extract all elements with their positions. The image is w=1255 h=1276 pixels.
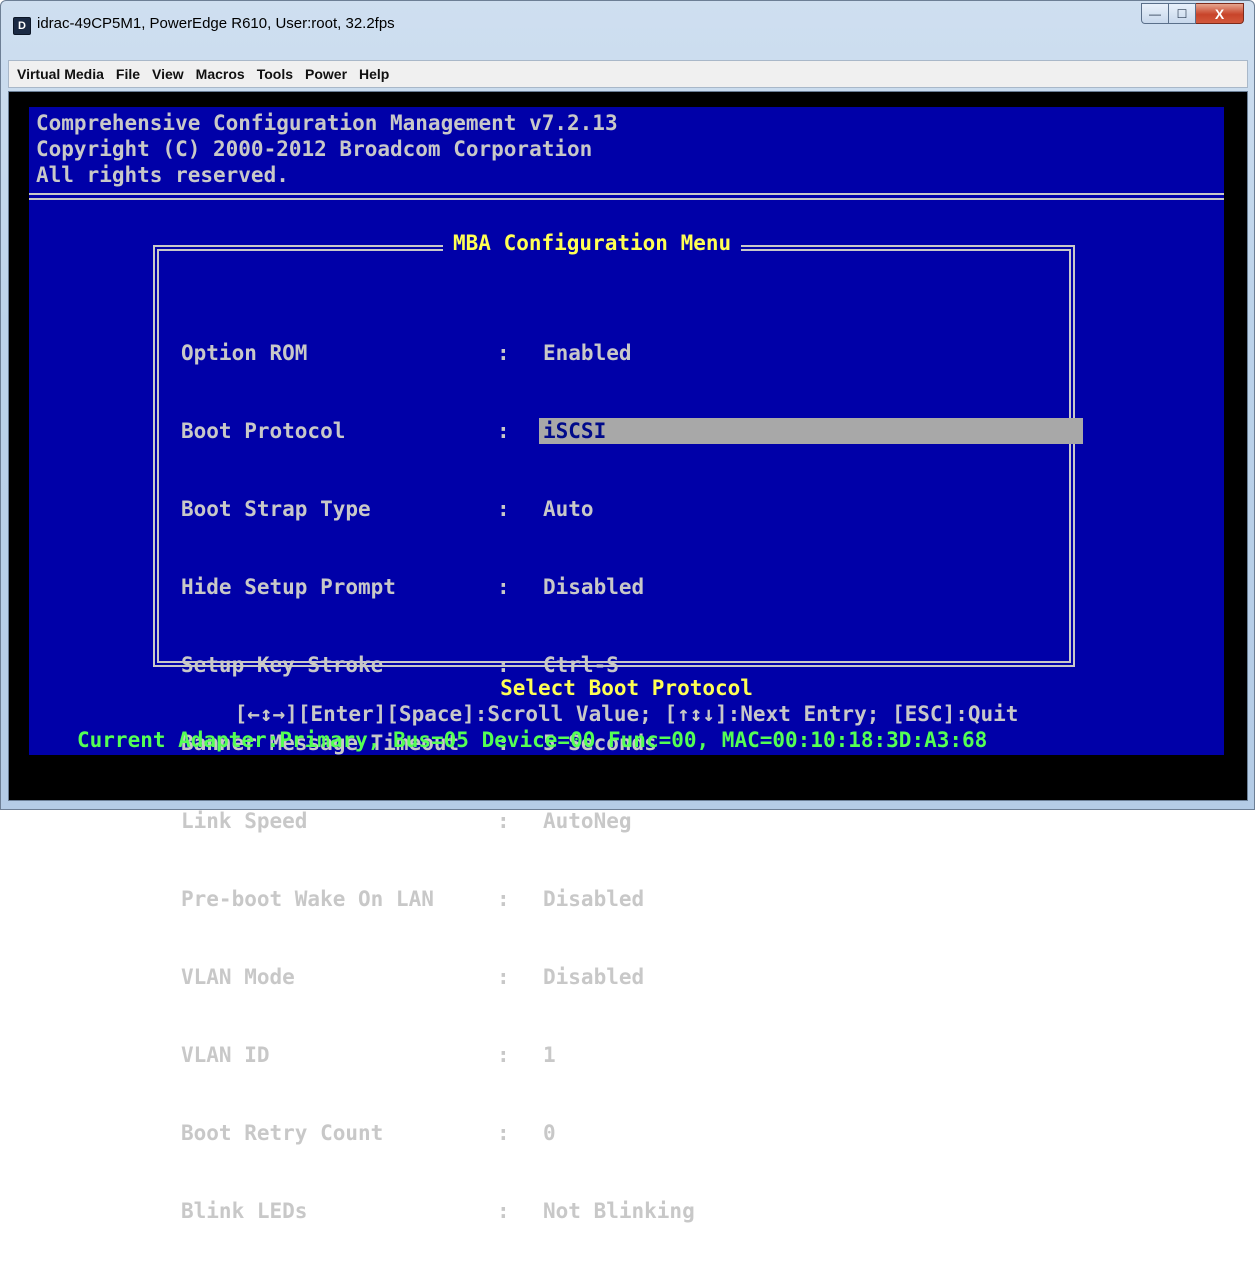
minimize-button[interactable]: — bbox=[1141, 3, 1169, 24]
option-row-vlan-id[interactable]: VLAN ID: 1 bbox=[181, 1042, 556, 1068]
option-row-pre-boot-wake-on-lan[interactable]: Pre-boot Wake On LAN: Disabled bbox=[181, 886, 644, 912]
option-separator: : bbox=[497, 965, 510, 989]
option-label: Hide Setup Prompt bbox=[181, 575, 396, 599]
option-separator: : bbox=[497, 497, 510, 521]
remote-console-screen[interactable]: Comprehensive Configuration Management v… bbox=[29, 107, 1224, 1223]
option-value[interactable]: Enabled bbox=[543, 340, 632, 366]
option-value[interactable]: Auto bbox=[543, 496, 594, 522]
config-menu-frame bbox=[153, 245, 1075, 667]
option-label: VLAN ID bbox=[181, 1043, 270, 1067]
header-line: Copyright (C) 2000-2012 Broadcom Corpora… bbox=[36, 137, 593, 161]
menu-virtual-media[interactable]: Virtual Media bbox=[11, 66, 110, 82]
option-value-selected[interactable]: iSCSI bbox=[539, 418, 1083, 444]
option-row-blink-leds[interactable]: Blink LEDs: Not Blinking bbox=[181, 1198, 695, 1224]
menu-power[interactable]: Power bbox=[299, 66, 353, 82]
option-label: Boot Strap Type bbox=[181, 497, 371, 521]
option-separator: : bbox=[497, 1199, 510, 1223]
maximize-icon: ☐ bbox=[1176, 6, 1188, 21]
option-separator: : bbox=[497, 341, 510, 365]
option-label: Option ROM bbox=[181, 341, 308, 365]
bios-header: Comprehensive Configuration Management v… bbox=[36, 110, 618, 188]
option-separator: : bbox=[497, 575, 510, 599]
option-label: VLAN Mode bbox=[181, 965, 295, 989]
option-row-boot-protocol[interactable]: Boot Protocol: iSCSI bbox=[181, 418, 1083, 444]
app-icon: D bbox=[13, 17, 31, 35]
option-value[interactable]: Not Blinking bbox=[543, 1198, 695, 1224]
menu-bar: Virtual Media File View Macros Tools Pow… bbox=[8, 60, 1248, 88]
maximize-button[interactable]: ☐ bbox=[1169, 3, 1196, 24]
adapter-info-text: Current Adapter:Primary, Bus=05 Device=0… bbox=[77, 728, 988, 752]
header-line: Comprehensive Configuration Management v… bbox=[36, 111, 618, 135]
select-help-text: Select Boot Protocol bbox=[500, 676, 753, 700]
config-options-list: Option ROM: Enabled Boot Protocol: iSCSI B… bbox=[181, 288, 1083, 1276]
option-value[interactable]: 0 bbox=[543, 1120, 556, 1146]
menu-macros[interactable]: Macros bbox=[190, 66, 251, 82]
option-label: Boot Retry Count bbox=[181, 1121, 384, 1145]
option-label: Pre-boot Wake On LAN bbox=[181, 887, 434, 911]
header-divider bbox=[29, 193, 1224, 195]
close-icon: X bbox=[1214, 5, 1225, 22]
option-value[interactable]: Disabled bbox=[543, 964, 644, 990]
header-line: All rights reserved. bbox=[36, 163, 289, 187]
option-separator: : bbox=[497, 809, 510, 833]
menu-file[interactable]: File bbox=[110, 66, 146, 82]
option-label: Blink LEDs bbox=[181, 1199, 308, 1223]
close-button[interactable]: X bbox=[1196, 3, 1244, 24]
option-row-boot-retry-count[interactable]: Boot Retry Count: 0 bbox=[181, 1120, 556, 1146]
option-value[interactable]: Disabled bbox=[543, 886, 644, 912]
kvm-viewer-window: D idrac-49CP5M1, PowerEdge R610, User:ro… bbox=[0, 0, 1255, 1223]
option-row-boot-strap-type[interactable]: Boot Strap Type: Auto bbox=[181, 496, 594, 522]
option-separator: : bbox=[497, 1121, 510, 1145]
option-value[interactable]: 1 bbox=[543, 1042, 556, 1068]
menu-view[interactable]: View bbox=[146, 66, 190, 82]
option-value[interactable]: Disabled bbox=[543, 574, 644, 600]
option-row-option-rom[interactable]: Option ROM: Enabled bbox=[181, 340, 632, 366]
title-bar[interactable]: D idrac-49CP5M1, PowerEdge R610, User:ro… bbox=[1, 1, 1254, 51]
keyboard-help-text: [←↕→][Enter][Space]:Scroll Value; [↑↕↓]:… bbox=[234, 702, 1019, 726]
window-title: idrac-49CP5M1, PowerEdge R610, User:root… bbox=[37, 15, 395, 32]
header-divider bbox=[29, 198, 1224, 200]
menu-title: MBA Configuration Menu bbox=[443, 228, 742, 258]
menu-help[interactable]: Help bbox=[353, 66, 395, 82]
option-separator: : bbox=[497, 887, 510, 911]
option-label: Boot Protocol bbox=[181, 419, 346, 443]
option-label: Link Speed bbox=[181, 809, 308, 833]
option-row-link-speed[interactable]: Link Speed: AutoNeg bbox=[181, 808, 632, 834]
window-controls: — ☐ X bbox=[1141, 3, 1244, 25]
minimize-icon: — bbox=[1149, 6, 1161, 21]
option-separator: : bbox=[497, 419, 510, 443]
menu-tools[interactable]: Tools bbox=[251, 66, 299, 82]
option-row-hide-setup-prompt[interactable]: Hide Setup Prompt: Disabled bbox=[181, 574, 644, 600]
option-row-vlan-mode[interactable]: VLAN Mode: Disabled bbox=[181, 964, 644, 990]
option-value[interactable]: AutoNeg bbox=[543, 808, 632, 834]
option-separator: : bbox=[497, 1043, 510, 1067]
